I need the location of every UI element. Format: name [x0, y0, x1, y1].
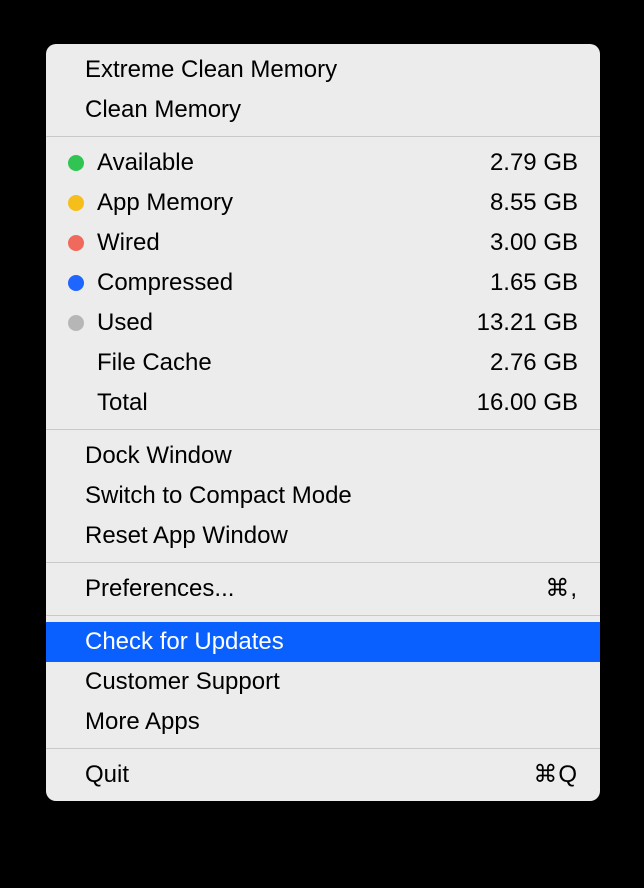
menu-item-check-for-updates[interactable]: Check for Updates — [46, 622, 600, 662]
stat-value: 1.65 GB — [490, 267, 578, 299]
menu-item-label: Customer Support — [85, 666, 280, 698]
stat-value: 2.79 GB — [490, 147, 578, 179]
menu-item-label: Check for Updates — [85, 626, 284, 658]
memory-stat-compressed: Compressed 1.65 GB — [46, 263, 600, 303]
menu-item-dock-window[interactable]: Dock Window — [46, 436, 600, 476]
menu-item-label: Dock Window — [85, 440, 232, 472]
dot-spacer — [68, 355, 84, 371]
menu-item-label: Clean Memory — [85, 94, 241, 126]
menu-item-label: Reset App Window — [85, 520, 288, 552]
menu-item-extreme-clean-memory[interactable]: Extreme Clean Memory — [46, 50, 600, 90]
menu-separator — [46, 615, 600, 616]
memory-stat-available: Available 2.79 GB — [46, 143, 600, 183]
dot-spacer — [68, 395, 84, 411]
status-dot-icon — [68, 195, 84, 211]
stat-label: Compressed — [97, 267, 233, 299]
memory-stat-app-memory: App Memory 8.55 GB — [46, 183, 600, 223]
stat-label: Wired — [97, 227, 160, 259]
memory-stat-file-cache: File Cache 2.76 GB — [46, 343, 600, 383]
keyboard-shortcut: ⌘, — [545, 573, 578, 605]
status-dot-icon — [68, 315, 84, 331]
menu-item-preferences[interactable]: Preferences... ⌘, — [46, 569, 600, 609]
menu-item-label: Switch to Compact Mode — [85, 480, 352, 512]
stat-label: App Memory — [97, 187, 233, 219]
menu-item-switch-compact-mode[interactable]: Switch to Compact Mode — [46, 476, 600, 516]
stat-label: Total — [97, 387, 148, 419]
stat-value: 2.76 GB — [490, 347, 578, 379]
menu-item-customer-support[interactable]: Customer Support — [46, 662, 600, 702]
stat-value: 3.00 GB — [490, 227, 578, 259]
memory-stat-wired: Wired 3.00 GB — [46, 223, 600, 263]
keyboard-shortcut: ⌘Q — [533, 759, 578, 791]
status-dot-icon — [68, 155, 84, 171]
menu-item-quit[interactable]: Quit ⌘Q — [46, 755, 600, 795]
memory-stat-total: Total 16.00 GB — [46, 383, 600, 423]
stat-label: Used — [97, 307, 153, 339]
stat-label: Available — [97, 147, 194, 179]
menu-separator — [46, 136, 600, 137]
menu-item-more-apps[interactable]: More Apps — [46, 702, 600, 742]
menu-item-label: Extreme Clean Memory — [85, 54, 337, 86]
menu-separator — [46, 748, 600, 749]
menu-item-clean-memory[interactable]: Clean Memory — [46, 90, 600, 130]
stat-value: 13.21 GB — [477, 307, 578, 339]
menu-item-label: Preferences... — [85, 573, 234, 605]
menu-item-label: Quit — [85, 759, 129, 791]
menu-item-label: More Apps — [85, 706, 200, 738]
memory-stat-used: Used 13.21 GB — [46, 303, 600, 343]
context-menu: Extreme Clean Memory Clean Memory Availa… — [46, 44, 600, 801]
stat-label: File Cache — [97, 347, 212, 379]
status-dot-icon — [68, 275, 84, 291]
status-dot-icon — [68, 235, 84, 251]
menu-separator — [46, 562, 600, 563]
menu-item-reset-app-window[interactable]: Reset App Window — [46, 516, 600, 556]
menu-separator — [46, 429, 600, 430]
stat-value: 8.55 GB — [490, 187, 578, 219]
stat-value: 16.00 GB — [477, 387, 578, 419]
